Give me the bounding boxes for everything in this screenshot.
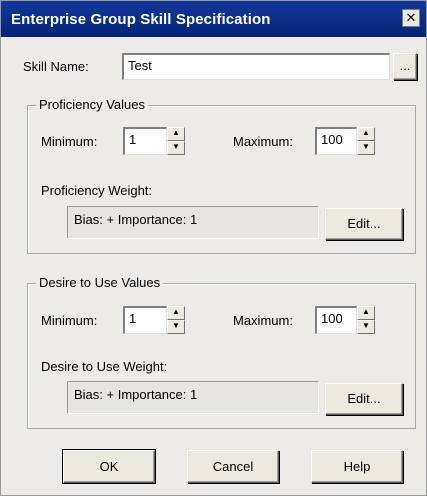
help-button[interactable]: Help bbox=[311, 450, 403, 483]
proficiency-maximum-stepper[interactable]: ▲ ▼ bbox=[357, 127, 375, 155]
proficiency-edit-button[interactable]: Edit... bbox=[325, 208, 403, 240]
proficiency-minimum-label: Minimum: bbox=[41, 134, 98, 149]
proficiency-minimum-stepper[interactable]: ▲ ▼ bbox=[167, 127, 185, 155]
skill-name-label: Skill Name: bbox=[23, 59, 89, 74]
skill-specification-dialog: Enterprise Group Skill Specification ✕ S… bbox=[0, 0, 427, 496]
spin-up-icon[interactable]: ▲ bbox=[357, 306, 375, 320]
desire-maximum-stepper[interactable]: ▲ ▼ bbox=[357, 306, 375, 334]
proficiency-maximum-label: Maximum: bbox=[233, 134, 293, 149]
skill-name-input[interactable]: Test bbox=[122, 53, 390, 80]
desire-weight-display: Bias: + Importance: 1 bbox=[67, 381, 319, 414]
browse-skill-button[interactable]: ... bbox=[393, 53, 417, 80]
spin-down-icon[interactable]: ▼ bbox=[167, 320, 185, 334]
desire-minimum-label: Minimum: bbox=[41, 313, 98, 328]
desire-weight-label: Desire to Use Weight: bbox=[41, 359, 168, 374]
proficiency-minimum-input[interactable]: 1 bbox=[123, 127, 167, 155]
desire-minimum-input[interactable]: 1 bbox=[123, 306, 167, 334]
desire-group-title: Desire to Use Values bbox=[36, 275, 164, 290]
ok-button[interactable]: OK bbox=[62, 449, 156, 484]
close-icon[interactable]: ✕ bbox=[402, 9, 420, 27]
cancel-button[interactable]: Cancel bbox=[187, 450, 279, 483]
spin-up-icon[interactable]: ▲ bbox=[357, 127, 375, 141]
proficiency-group-title: Proficiency Values bbox=[36, 97, 148, 112]
desire-maximum-label: Maximum: bbox=[233, 313, 293, 328]
spin-down-icon[interactable]: ▼ bbox=[357, 141, 375, 155]
spin-down-icon[interactable]: ▼ bbox=[357, 320, 375, 334]
desire-edit-button[interactable]: Edit... bbox=[325, 383, 403, 415]
spin-up-icon[interactable]: ▲ bbox=[167, 306, 185, 320]
proficiency-weight-label: Proficiency Weight: bbox=[41, 183, 153, 198]
spin-down-icon[interactable]: ▼ bbox=[167, 141, 185, 155]
desire-minimum-stepper[interactable]: ▲ ▼ bbox=[167, 306, 185, 334]
desire-maximum-input[interactable]: 100 bbox=[315, 306, 357, 334]
proficiency-weight-display: Bias: + Importance: 1 bbox=[67, 206, 319, 239]
title-bar[interactable]: Enterprise Group Skill Specification ✕ bbox=[1, 1, 426, 37]
spin-up-icon[interactable]: ▲ bbox=[167, 127, 185, 141]
proficiency-maximum-input[interactable]: 100 bbox=[315, 127, 357, 155]
window-title: Enterprise Group Skill Specification bbox=[11, 11, 271, 28]
